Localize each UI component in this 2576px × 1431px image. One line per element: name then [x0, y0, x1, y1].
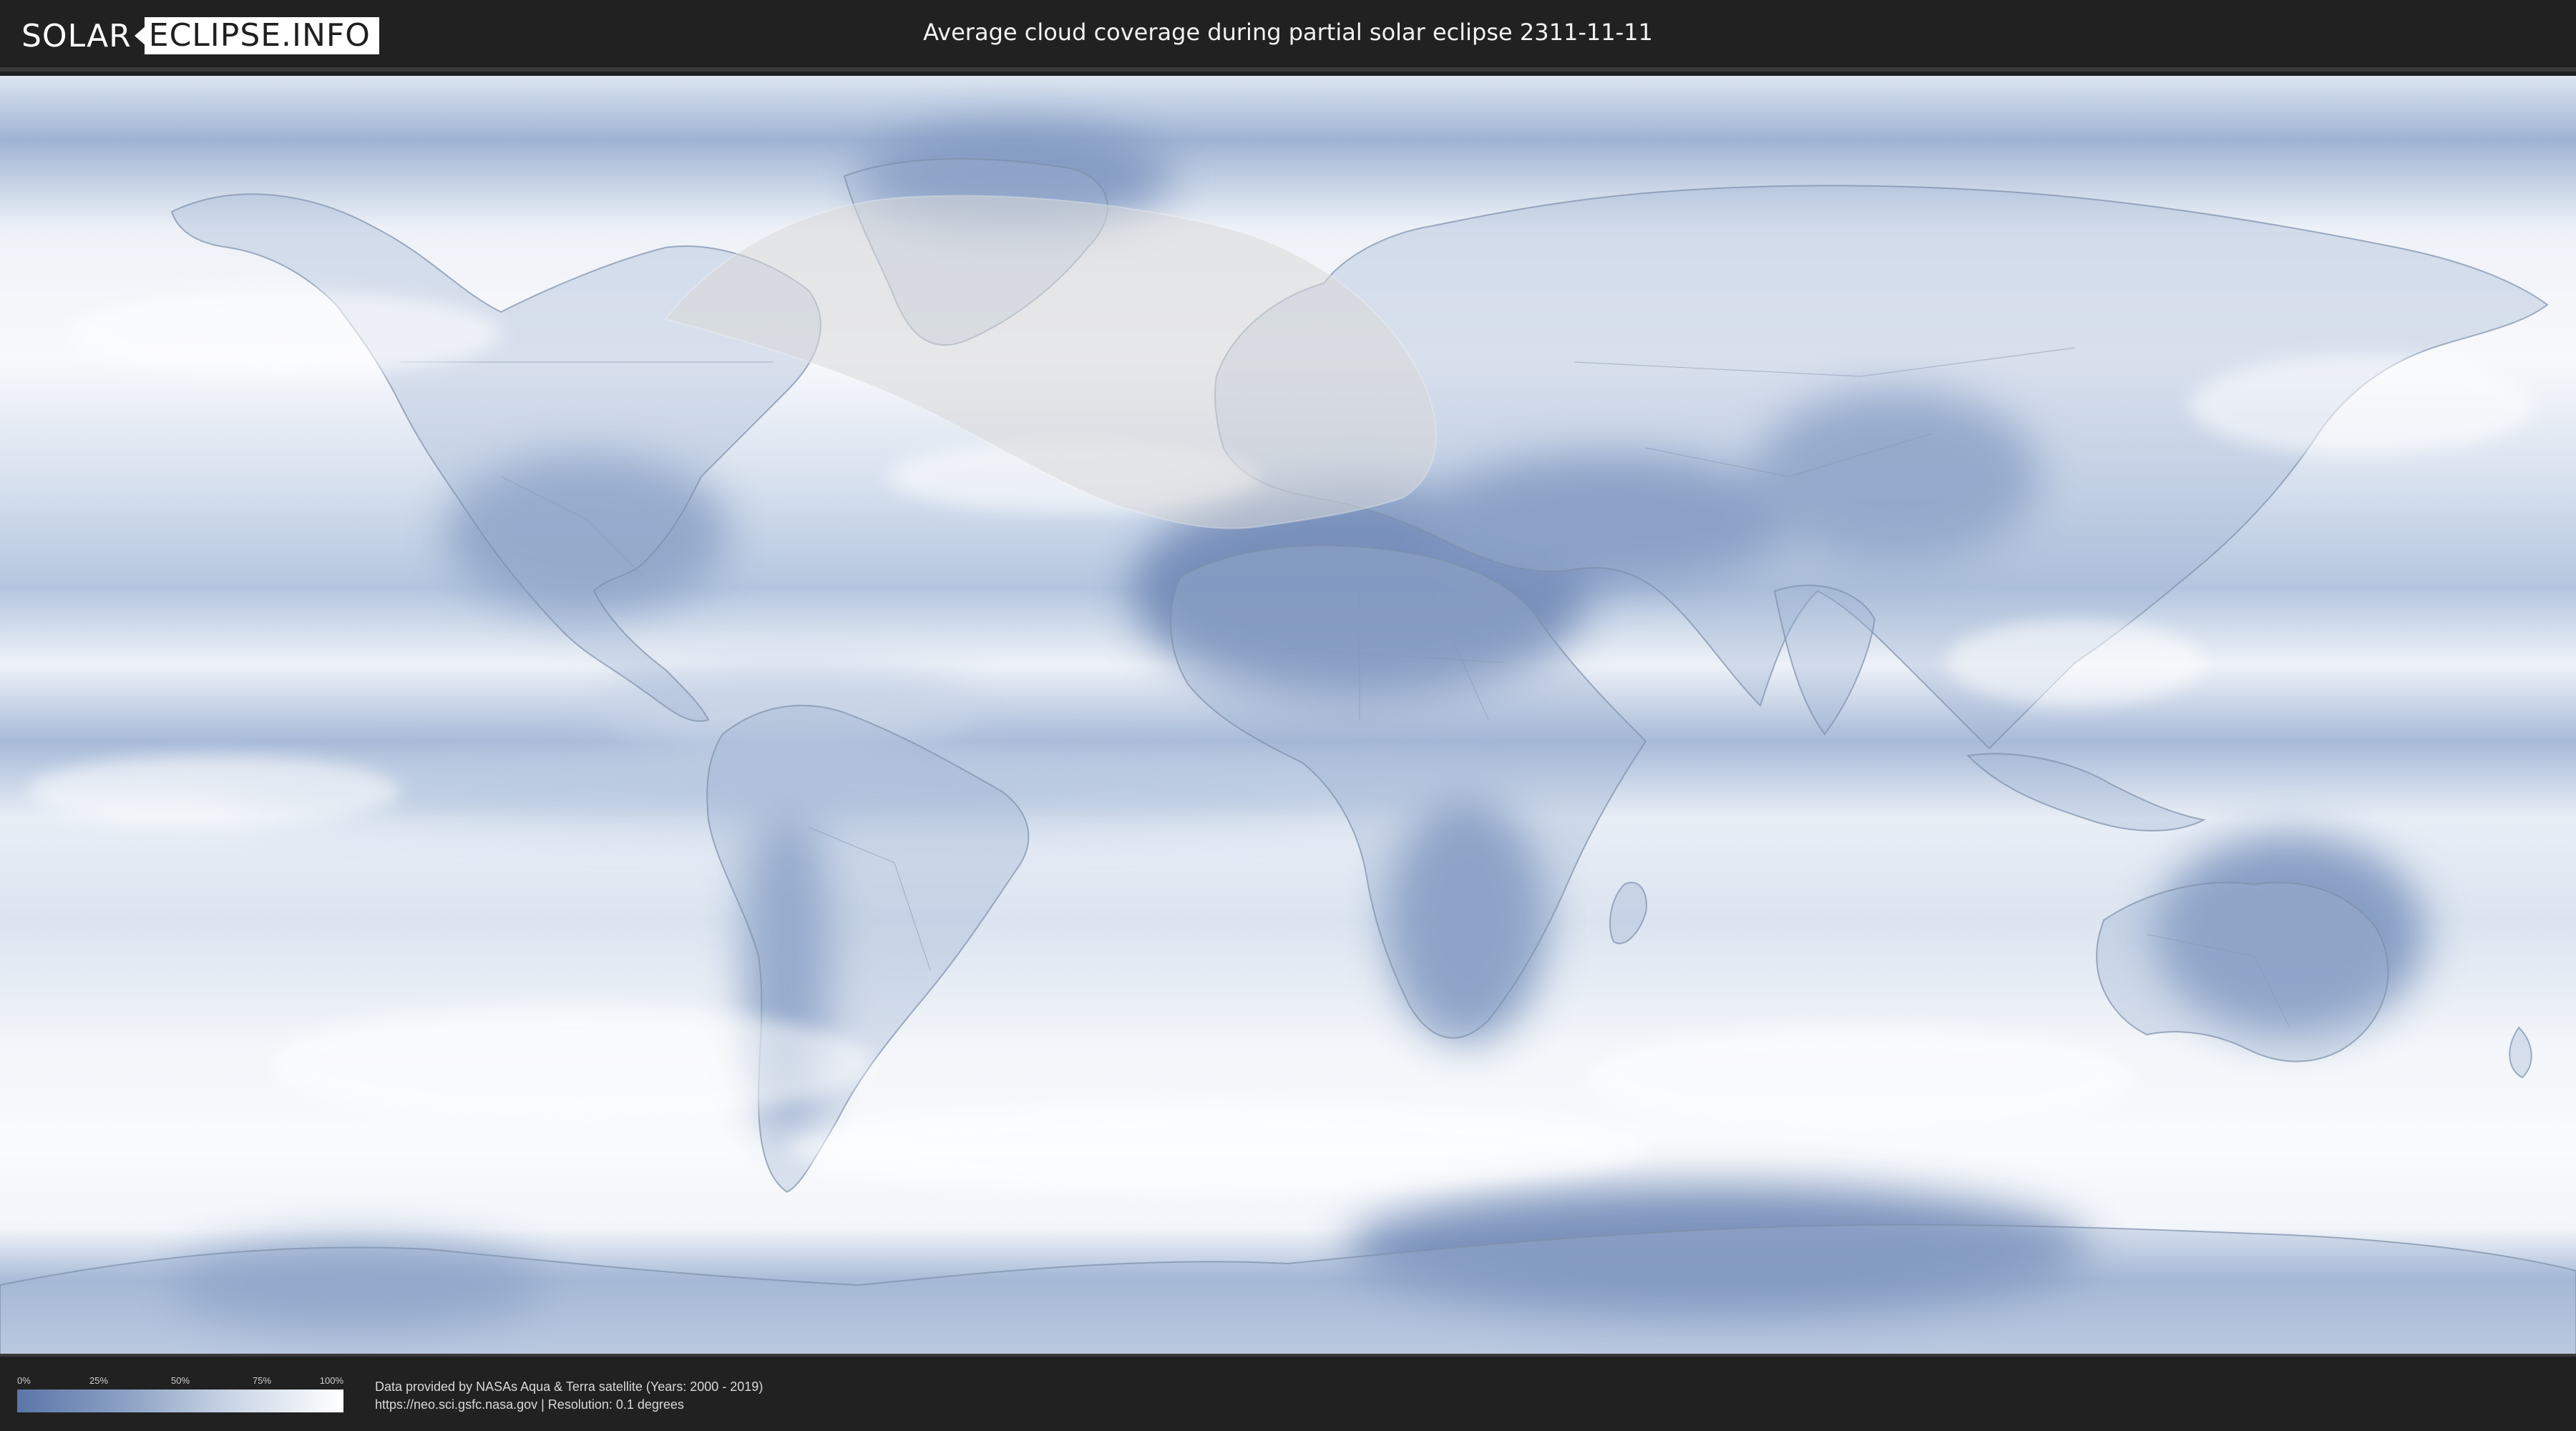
- header-bar: SOLAR ECLIPSE.INFO Average cloud coverag…: [0, 0, 2576, 72]
- legend-ticks: 0% 25% 50% 75% 100%: [17, 1375, 343, 1390]
- legend-tick: 50%: [170, 1375, 190, 1386]
- legend-color-bar: [17, 1390, 343, 1412]
- world-map-svg: [0, 76, 2576, 1354]
- cloud-coverage-legend: 0% 25% 50% 75% 100%: [17, 1375, 343, 1412]
- credits-line-resolution: https://neo.sci.gsfc.nasa.gov | Resoluti…: [375, 1397, 684, 1412]
- credits-line-source: Data provided by NASAs Aqua & Terra sate…: [375, 1379, 763, 1394]
- legend-tick: 25%: [89, 1375, 109, 1386]
- footer-bar: 0% 25% 50% 75% 100% Data provided by NAS…: [0, 1359, 2576, 1431]
- data-credits: Data provided by NASAs Aqua & Terra sate…: [375, 1378, 763, 1414]
- legend-tick: 75%: [252, 1375, 272, 1386]
- legend-tick: 100%: [319, 1375, 343, 1386]
- page-title: Average cloud coverage during partial so…: [923, 19, 1653, 46]
- cloud-coverage-map: [0, 76, 2576, 1357]
- legend-tick: 0%: [17, 1375, 31, 1386]
